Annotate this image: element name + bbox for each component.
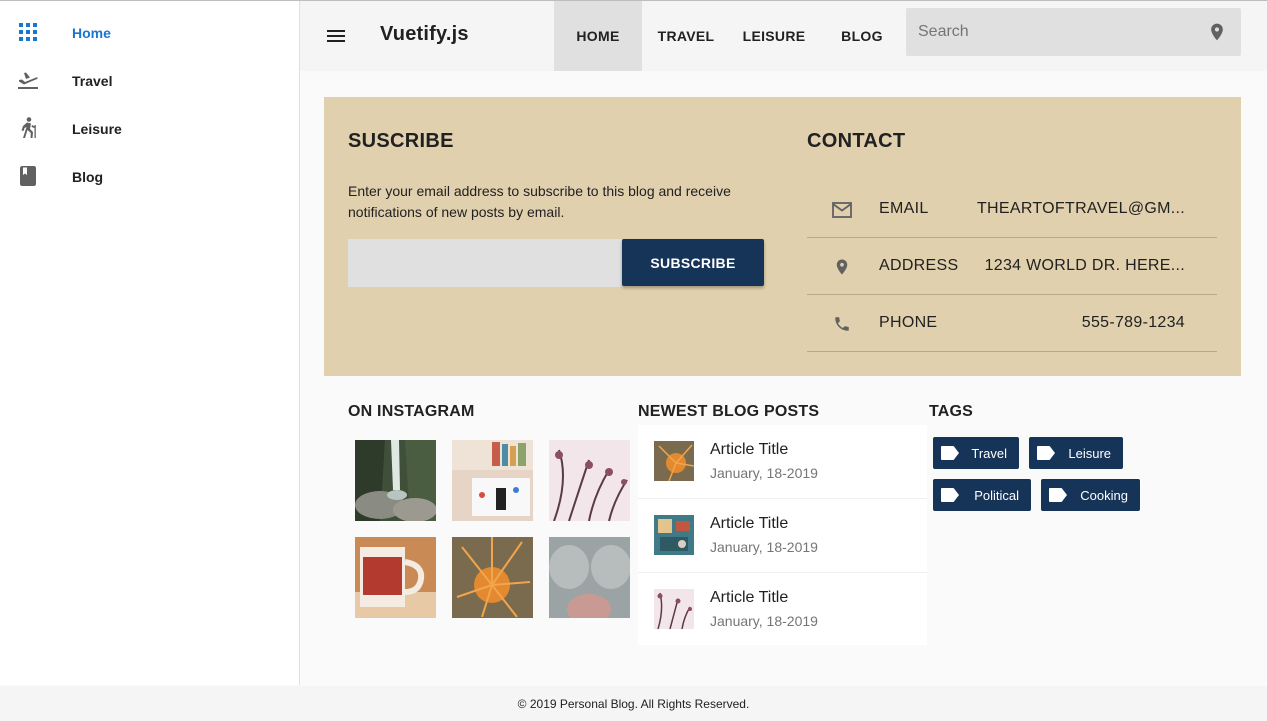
post-thumbnail	[654, 589, 694, 630]
instagram-title: ON INSTAGRAM	[348, 403, 475, 420]
location-pin-icon[interactable]	[1207, 22, 1227, 42]
tag-chip-cooking[interactable]: Cooking	[1041, 479, 1140, 511]
tab-home[interactable]: HOME	[554, 1, 642, 71]
cat-nose-photo[interactable]	[549, 537, 631, 624]
footer: © 2019 Personal Blog. All Rights Reserve…	[0, 686, 1267, 721]
waterfall-photo[interactable]	[355, 440, 437, 522]
sidebar-item-travel[interactable]: Travel	[0, 57, 299, 105]
app-title: Vuetify.js	[380, 23, 469, 45]
subscribe-contact-panel: SUSCRIBE Enter your email address to sub…	[324, 97, 1241, 376]
sidebar-item-label: Blog	[72, 169, 104, 185]
book-icon	[17, 165, 39, 187]
sidebar-item-label: Travel	[72, 73, 113, 89]
label-icon	[941, 488, 959, 502]
post-date: January, 18-2019	[710, 539, 818, 555]
post-thumbnail	[654, 441, 695, 482]
list-item[interactable]: Article Title January, 18-2019	[638, 425, 927, 499]
hiking-icon	[17, 117, 39, 139]
tab-travel[interactable]: TRAVEL	[642, 1, 730, 71]
list-item[interactable]: Article Title January, 18-2019	[638, 573, 927, 647]
list-item[interactable]: Article Title January, 18-2019	[638, 499, 927, 573]
contact-value: 1234 WORLD DR. HERE...	[984, 257, 1185, 274]
tag-label: Cooking	[1080, 488, 1128, 503]
post-thumbnail	[654, 515, 694, 555]
subscribe-title: SUSCRIBE	[348, 130, 454, 152]
pink-plant-photo[interactable]	[549, 440, 630, 522]
label-icon	[1049, 488, 1067, 502]
mail-icon	[831, 199, 853, 221]
email-field[interactable]	[348, 239, 622, 287]
contact-row-phone: PHONE 555-789-1234	[807, 295, 1217, 352]
sidebar-item-label: Leisure	[72, 121, 122, 137]
tab-blog[interactable]: BLOG	[818, 1, 906, 71]
search-field	[906, 8, 1241, 56]
menu-icon[interactable]	[322, 22, 350, 50]
mug-photo[interactable]	[355, 537, 436, 618]
sidebar-item-leisure[interactable]: Leisure	[0, 105, 299, 153]
sidebar-item-blog[interactable]: Blog	[0, 153, 299, 201]
phone-icon	[831, 313, 853, 335]
navigation-drawer: Home Travel Leisure Blog	[0, 1, 300, 685]
sidebar-item-label: Home	[72, 25, 111, 41]
blog-posts-title: NEWEST BLOG POSTS	[638, 403, 820, 420]
sidebar-item-home[interactable]: Home	[0, 9, 299, 57]
tag-label: Travel	[971, 446, 1007, 461]
flight-takeoff-icon	[17, 69, 39, 91]
app-toolbar: Vuetify.js HOME TRAVEL LEISURE BLOG	[300, 1, 1267, 71]
contact-row-email: EMAIL THEARTOFTRAVEL@GM...	[807, 181, 1217, 238]
post-date: January, 18-2019	[710, 465, 818, 481]
tag-chip-travel[interactable]: Travel	[933, 437, 1019, 469]
tab-leisure[interactable]: LEISURE	[730, 1, 818, 71]
contact-row-address: ADDRESS 1234 WORLD DR. HERE...	[807, 238, 1217, 295]
contact-value: 555-789-1234	[1081, 314, 1185, 331]
copyright-text: © 2019 Personal Blog. All Rights Reserve…	[517, 697, 750, 711]
label-icon	[1037, 446, 1055, 460]
search-input[interactable]	[918, 8, 1198, 56]
blog-posts-list: Article Title January, 18-2019 Article T…	[638, 425, 927, 645]
tag-chip-leisure[interactable]: Leisure	[1029, 437, 1123, 469]
post-title: Article Title	[710, 441, 789, 458]
desk-photo[interactable]	[452, 440, 533, 521]
post-date: January, 18-2019	[710, 613, 818, 629]
tag-label: Political	[974, 488, 1019, 503]
label-icon	[941, 446, 959, 460]
contact-value: THEARTOFTRAVEL@GM...	[976, 200, 1185, 217]
location-pin-icon	[831, 256, 853, 278]
contact-label: EMAIL	[879, 200, 929, 217]
tag-chip-political[interactable]: Political	[933, 479, 1031, 511]
tags-title: TAGS	[929, 403, 974, 420]
apps-grid-icon	[17, 21, 39, 43]
contact-label: PHONE	[879, 314, 938, 331]
contact-title: CONTACT	[807, 130, 906, 152]
contact-label: ADDRESS	[879, 257, 959, 274]
post-title: Article Title	[710, 515, 789, 532]
subscribe-description: Enter your email address to subscribe to…	[348, 183, 731, 220]
orange-spikes-photo[interactable]	[452, 537, 533, 618]
tag-label: Leisure	[1068, 446, 1111, 461]
subscribe-button[interactable]: SUBSCRIBE	[622, 239, 764, 286]
post-title: Article Title	[710, 589, 789, 606]
